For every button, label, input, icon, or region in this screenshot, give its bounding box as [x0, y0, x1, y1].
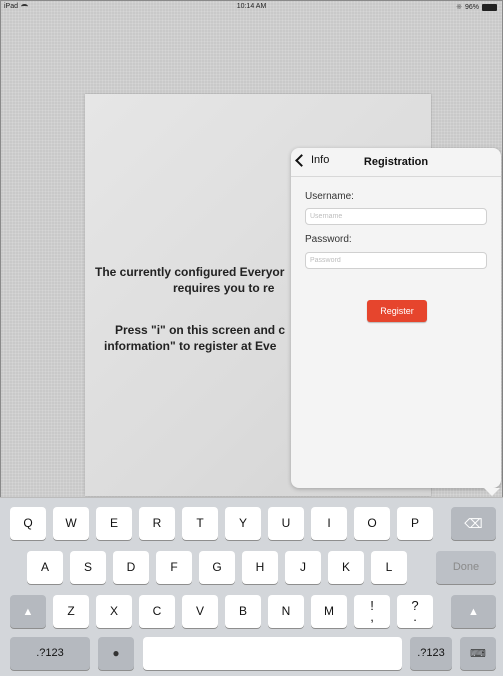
status-bar: iPad 10:14 AM ※ 96%: [0, 0, 503, 14]
key-question-period[interactable]: ? .: [397, 595, 433, 628]
popover-arrow: [484, 488, 500, 496]
backspace-icon: ⌫: [464, 516, 483, 531]
dictation-key[interactable]: ●: [98, 637, 134, 670]
key-g[interactable]: G: [199, 551, 235, 584]
password-input[interactable]: [305, 252, 487, 269]
key-q[interactable]: Q: [10, 507, 46, 540]
done-key[interactable]: Done: [436, 551, 496, 584]
key-y[interactable]: Y: [225, 507, 261, 540]
key-t[interactable]: T: [182, 507, 218, 540]
hide-keyboard-key[interactable]: ⌨: [460, 637, 496, 670]
username-input[interactable]: [305, 208, 487, 225]
shift-icon: ▲: [22, 606, 34, 618]
key-e[interactable]: E: [96, 507, 132, 540]
registration-popover: Info Registration Username: Password: Re…: [291, 148, 501, 488]
key-d[interactable]: D: [113, 551, 149, 584]
key-m[interactable]: M: [311, 595, 347, 628]
key-c[interactable]: C: [139, 595, 175, 628]
key-h[interactable]: H: [242, 551, 278, 584]
shift-key-left[interactable]: ▲: [10, 595, 46, 628]
status-time: 10:14 AM: [236, 3, 267, 10]
on-screen-keyboard: Q W E R T Y U I O P ⌫ A S D F G H J K L …: [0, 497, 503, 676]
key-l[interactable]: L: [371, 551, 407, 584]
register-button[interactable]: Register: [367, 300, 427, 322]
key-v[interactable]: V: [182, 595, 218, 628]
username-label: Username:: [305, 191, 354, 202]
key-b[interactable]: B: [225, 595, 261, 628]
key-w[interactable]: W: [53, 507, 89, 540]
numbers-key-left[interactable]: .?123: [10, 637, 90, 670]
popover-title: Registration: [363, 156, 429, 168]
key-period-label: .: [413, 609, 417, 624]
key-k[interactable]: K: [328, 551, 364, 584]
battery-percent: 96%: [464, 3, 479, 11]
key-a[interactable]: A: [27, 551, 63, 584]
key-r[interactable]: R: [139, 507, 175, 540]
bluetooth-icon: ※: [456, 4, 462, 11]
space-key[interactable]: [143, 637, 402, 670]
key-comma-label: ,: [370, 609, 374, 624]
battery-icon: [482, 3, 497, 11]
key-n[interactable]: N: [268, 595, 304, 628]
keyboard-hide-icon: ⌨: [470, 648, 486, 660]
key-i[interactable]: I: [311, 507, 347, 540]
key-j[interactable]: J: [285, 551, 321, 584]
shift-icon: ▲: [468, 606, 479, 618]
password-label: Password:: [305, 234, 352, 245]
backspace-key[interactable]: ⌫: [451, 507, 496, 540]
key-f[interactable]: F: [156, 551, 192, 584]
key-exclamation-comma[interactable]: ! ,: [354, 595, 390, 628]
key-u[interactable]: U: [268, 507, 304, 540]
shift-key-right[interactable]: ▲: [451, 595, 496, 628]
key-s[interactable]: S: [70, 551, 106, 584]
key-x[interactable]: X: [96, 595, 132, 628]
key-z[interactable]: Z: [53, 595, 89, 628]
key-o[interactable]: O: [354, 507, 390, 540]
key-p[interactable]: P: [397, 507, 433, 540]
numbers-key-right[interactable]: .?123: [410, 637, 452, 670]
microphone-icon: ●: [112, 646, 120, 660]
popover-nav-bar: Info Registration: [291, 148, 501, 177]
